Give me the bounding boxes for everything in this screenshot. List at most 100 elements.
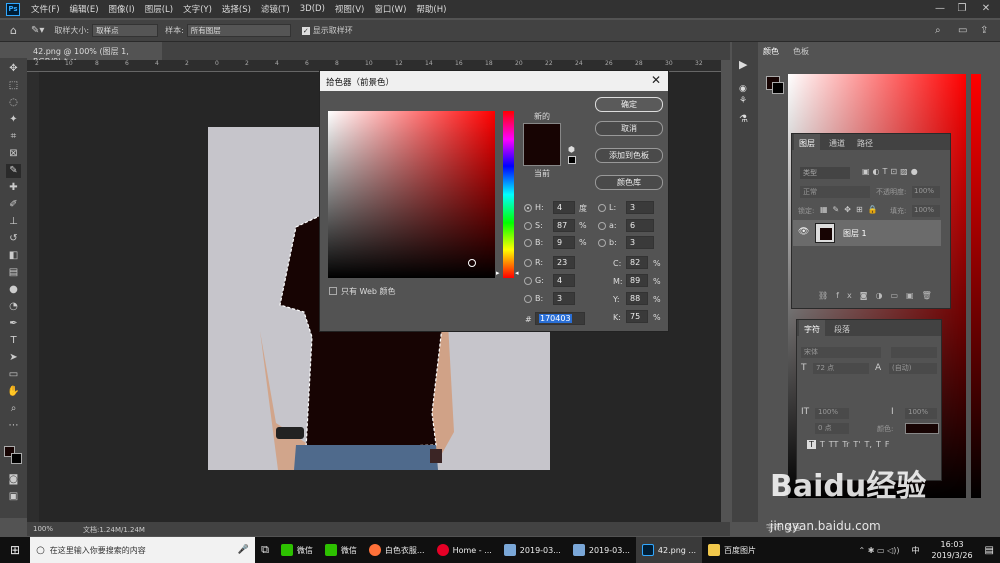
hue-field[interactable]: 4: [553, 201, 575, 214]
green-radio[interactable]: [524, 277, 532, 285]
layer-row[interactable]: 👁 图层 1: [793, 220, 941, 246]
eyedropper-tool-icon[interactable]: ✎: [6, 164, 21, 178]
sample-select[interactable]: 所有图层: [186, 24, 291, 37]
taskbar-search-box[interactable]: ○ 在这里输入你要搜索的内容 🎤: [30, 537, 256, 563]
close-icon[interactable]: ✕: [651, 73, 661, 87]
color-libraries-button[interactable]: 颜色库: [595, 175, 663, 190]
vertical-scale-field[interactable]: 100%: [815, 408, 849, 419]
brightness-radio[interactable]: [524, 239, 532, 247]
red-radio[interactable]: [524, 259, 532, 267]
more-tools-icon[interactable]: ⋯: [6, 419, 21, 433]
quick-select-tool-icon[interactable]: ✦: [6, 113, 21, 127]
background-color-swatch[interactable]: [11, 453, 22, 464]
tab-swatches[interactable]: 色板: [788, 42, 814, 58]
blue-radio[interactable]: [524, 295, 532, 303]
zoom-level[interactable]: 100%: [33, 525, 53, 533]
out-of-gamut-icon[interactable]: ⬢: [568, 145, 575, 154]
fill-field[interactable]: 100%: [912, 205, 940, 217]
tab-character[interactable]: 字符: [799, 320, 825, 336]
strikethrough-button[interactable]: F: [885, 440, 890, 449]
visibility-eye-icon[interactable]: 👁: [798, 227, 809, 237]
marquee-tool-icon[interactable]: ⬚: [6, 79, 21, 93]
adjust-icon[interactable]: ⚘: [739, 96, 747, 106]
layer-filter-icons[interactable]: ▣◐T⊡▨●: [862, 167, 921, 176]
gradient-tool-icon[interactable]: ▤: [6, 266, 21, 280]
menu-select[interactable]: 选择(S): [217, 3, 256, 15]
hue-radio[interactable]: [524, 204, 532, 212]
a-field[interactable]: 6: [626, 219, 654, 232]
yellow-field[interactable]: 88: [626, 292, 648, 305]
rectangle-tool-icon[interactable]: ▭: [6, 368, 21, 382]
taskbar-firefox[interactable]: 白色衣服...: [363, 537, 431, 563]
dodge-tool-icon[interactable]: ◔: [6, 300, 21, 314]
faux-italic-button[interactable]: T: [820, 440, 825, 449]
quick-mask-icon[interactable]: ◙: [6, 473, 21, 487]
taskbar-file-2[interactable]: 2019-03...: [567, 537, 636, 563]
b-lab-field[interactable]: 3: [626, 236, 654, 249]
panel-background-swatch[interactable]: [772, 82, 784, 94]
ok-button[interactable]: 确定: [595, 97, 663, 112]
blue-field[interactable]: 3: [553, 292, 575, 305]
magenta-field[interactable]: 89: [626, 274, 648, 287]
web-safe-swatch-icon[interactable]: [568, 156, 576, 164]
font-family-select[interactable]: 宋体: [801, 347, 881, 358]
system-tray-icons[interactable]: ⌃ ✱ ▭ ◁)): [853, 537, 906, 563]
hand-tool-icon[interactable]: ✋: [6, 385, 21, 399]
saturation-radio[interactable]: [524, 222, 532, 230]
superscript-button[interactable]: T': [853, 440, 860, 449]
hue-slider-right-arrow-icon[interactable]: ◂: [515, 269, 519, 277]
tab-layers[interactable]: 图层: [794, 134, 820, 150]
lasso-tool-icon[interactable]: ◌: [6, 96, 21, 110]
text-color-swatch[interactable]: [905, 423, 939, 434]
pen-tool-icon[interactable]: ✒: [6, 317, 21, 331]
color-picker-cursor[interactable]: [468, 259, 476, 267]
layer-name[interactable]: 图层 1: [843, 228, 867, 239]
zoom-tool-icon[interactable]: ⌕: [6, 402, 21, 416]
lock-icons[interactable]: ▦✎✥⊞🔒: [820, 205, 883, 214]
current-color-swatch[interactable]: [523, 145, 561, 166]
layer-filter-select[interactable]: 类型: [800, 167, 850, 179]
eyedropper-tool-icon[interactable]: ✎▾: [31, 25, 44, 36]
stamp-tool-icon[interactable]: ⊥: [6, 215, 21, 229]
saturation-field[interactable]: 87: [553, 219, 575, 232]
tool-preset-icon[interactable]: ⚗: [739, 114, 748, 125]
lightness-radio[interactable]: [598, 204, 606, 212]
menu-layer[interactable]: 图层(L): [140, 3, 178, 15]
menu-image[interactable]: 图像(I): [104, 3, 140, 15]
taskbar-clock[interactable]: 16:03 2019/3/26: [926, 537, 979, 563]
maximize-button[interactable]: ❐: [952, 1, 972, 16]
windows-start-icon[interactable]: ⊞: [0, 537, 30, 563]
cancel-button[interactable]: 取消: [595, 121, 663, 136]
underline-button[interactable]: T: [876, 440, 881, 449]
opacity-field[interactable]: 100%: [912, 186, 940, 198]
menu-file[interactable]: 文件(F): [26, 3, 65, 15]
tab-paragraph[interactable]: 段落: [829, 320, 855, 336]
horizontal-scale-field[interactable]: 100%: [905, 408, 937, 419]
saturation-brightness-field[interactable]: [328, 111, 495, 278]
taskbar-baidu-images[interactable]: 百度图片: [702, 537, 762, 563]
taskbar-photoshop[interactable]: 42.png ...: [635, 537, 703, 563]
workspace-icon[interactable]: ▭: [958, 25, 967, 36]
green-field[interactable]: 4: [553, 274, 575, 287]
frame-tool-icon[interactable]: ⊠: [6, 147, 21, 161]
notification-icon[interactable]: ▤: [979, 537, 1000, 563]
a-radio[interactable]: [598, 222, 606, 230]
tab-paths[interactable]: 路径: [852, 134, 878, 150]
taskbar-netease[interactable]: Home - ...: [431, 537, 498, 563]
cyan-field[interactable]: 82: [626, 256, 648, 269]
blend-mode-select[interactable]: 正常: [800, 186, 870, 198]
menu-window[interactable]: 窗口(W): [369, 3, 411, 15]
menu-help[interactable]: 帮助(H): [411, 3, 451, 15]
play-icon[interactable]: ▶: [739, 58, 747, 71]
brightness-field[interactable]: 9: [553, 236, 575, 249]
close-button[interactable]: ✕: [976, 1, 996, 16]
black-field[interactable]: 75: [626, 310, 648, 323]
taskbar-wechat-1[interactable]: 微信: [275, 537, 319, 563]
screen-mode-icon[interactable]: ▣: [6, 490, 21, 504]
hue-slider[interactable]: [503, 111, 514, 278]
leading-field[interactable]: (自动): [889, 363, 937, 374]
faux-bold-button[interactable]: T: [807, 440, 816, 449]
show-ring-checkbox[interactable]: ✓: [301, 26, 310, 35]
web-only-checkbox[interactable]: [329, 287, 337, 295]
color-slider[interactable]: [971, 74, 981, 498]
